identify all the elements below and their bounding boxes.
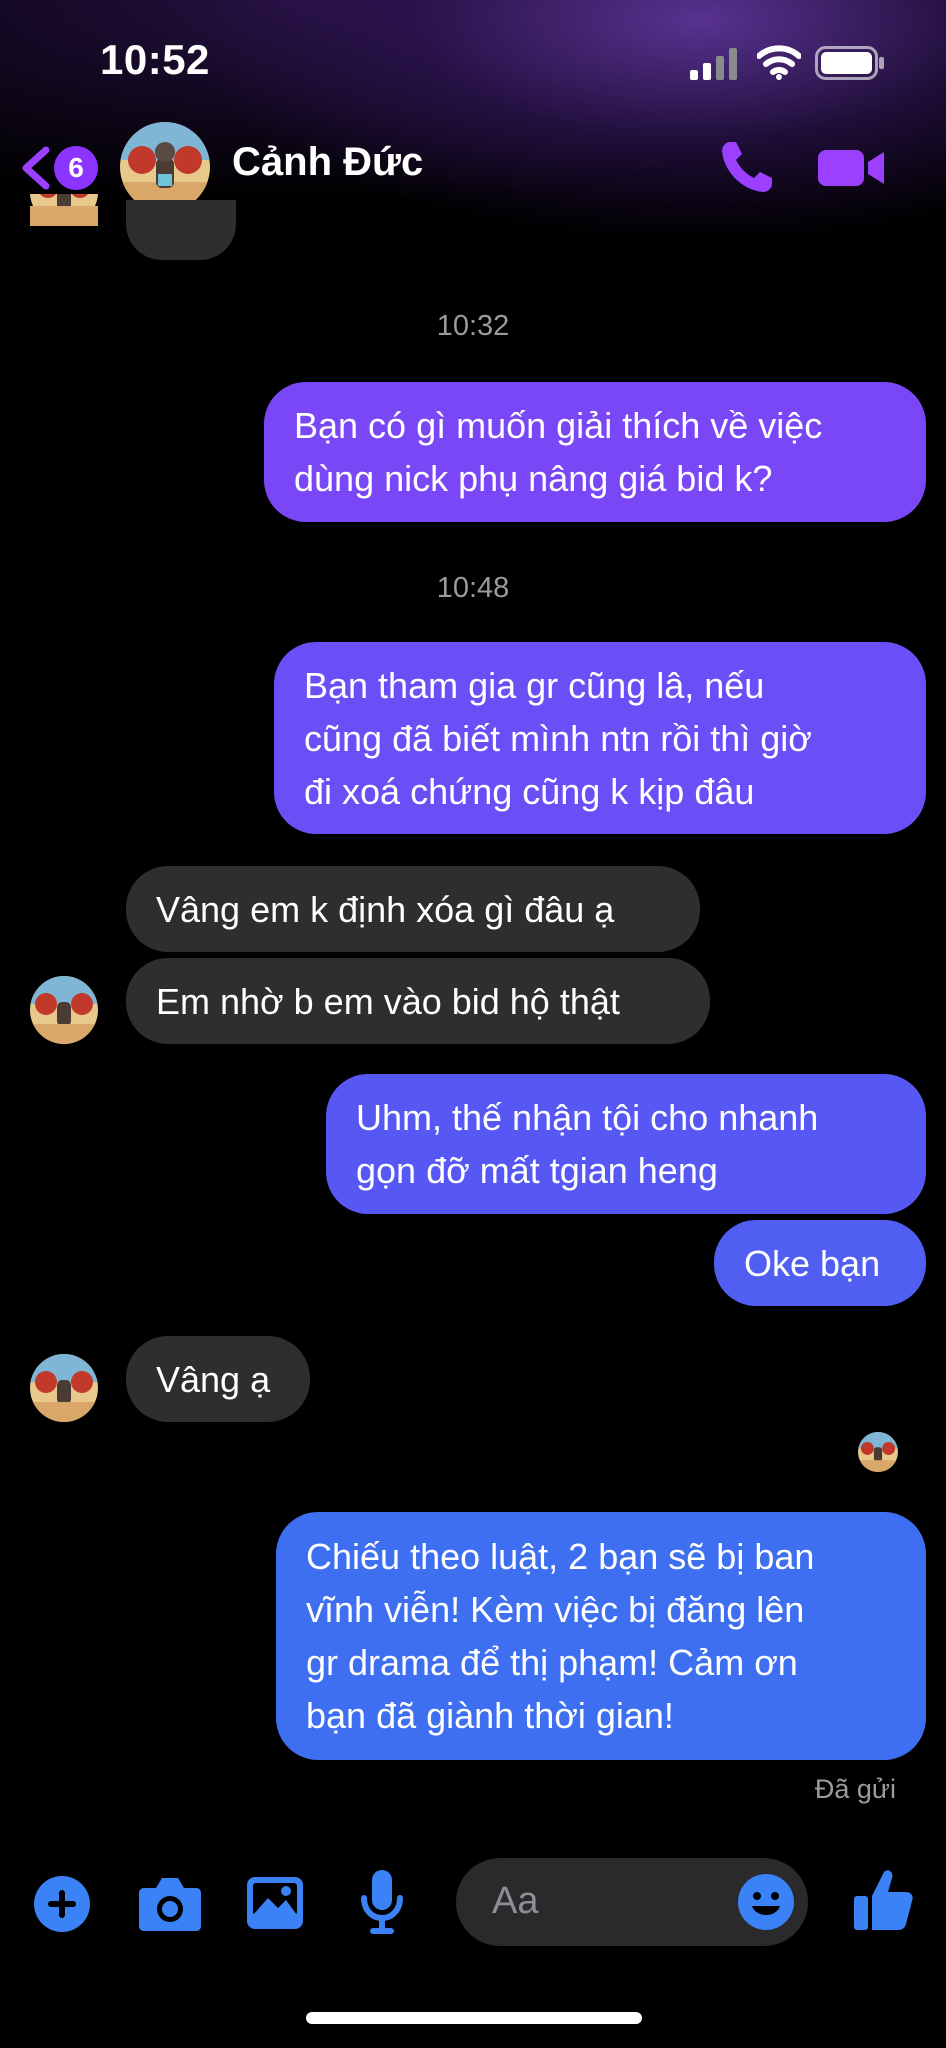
contact-name[interactable]: Cảnh Đức (232, 140, 423, 185)
outgoing-message[interactable]: Bạn tham gia gr cũng lâ, nếu cũng đã biế… (274, 642, 926, 834)
emoji-icon[interactable] (738, 1874, 794, 1930)
incoming-message[interactable]: Vâng em k định xóa gì đâu ạ (126, 866, 700, 952)
read-receipt-avatar (858, 1432, 898, 1472)
incoming-message[interactable]: Em nhờ b em vào bid hộ thật (126, 958, 710, 1044)
wifi-icon (757, 45, 801, 80)
contact-avatar-image (120, 122, 210, 212)
status-bar: 10:52 (0, 0, 946, 120)
contact-avatar[interactable] (120, 122, 210, 212)
video-call-icon[interactable] (818, 146, 886, 190)
battery-icon (815, 46, 884, 80)
image-icon[interactable] (246, 1876, 304, 1930)
back-button[interactable]: 6 (18, 140, 102, 196)
timestamp: 10:32 (436, 310, 510, 342)
status-time: 10:52 (100, 36, 210, 83)
outgoing-message[interactable]: Bạn có gì muốn giải thích về việc dùng n… (264, 382, 926, 522)
message-bubble-partial (126, 200, 236, 260)
chevron-left-icon (22, 146, 50, 190)
microphone-icon[interactable] (360, 1870, 404, 1936)
outgoing-message[interactable]: Chiếu theo luật, 2 bạn sẽ bị ban vĩnh vi… (276, 1512, 926, 1760)
home-indicator (306, 2012, 642, 2024)
thumbs-up-icon[interactable] (854, 1868, 914, 1932)
sender-avatar (30, 1354, 98, 1422)
plus-icon[interactable] (34, 1876, 90, 1932)
message-input[interactable]: Aa (456, 1858, 808, 1946)
outgoing-message[interactable]: Oke bạn (714, 1220, 926, 1306)
sender-avatar (30, 976, 98, 1044)
timestamp: 10:48 (436, 572, 510, 604)
messenger-chat-screen: 10:52 6 Cảnh Đức 10:32 Bạn có gì muốn gi… (0, 0, 946, 2048)
sent-status: Đã gửi (814, 1774, 896, 1804)
outgoing-message[interactable]: Uhm, thế nhận tội cho nhanh gọn đỡ mất t… (326, 1074, 926, 1214)
cellular-signal-icon (690, 48, 737, 80)
camera-icon[interactable] (138, 1874, 202, 1932)
unread-count-badge: 6 (54, 146, 98, 190)
message-input-placeholder: Aa (492, 1880, 539, 1922)
phone-call-icon[interactable] (718, 138, 776, 196)
incoming-message[interactable]: Vâng ạ (126, 1336, 310, 1422)
